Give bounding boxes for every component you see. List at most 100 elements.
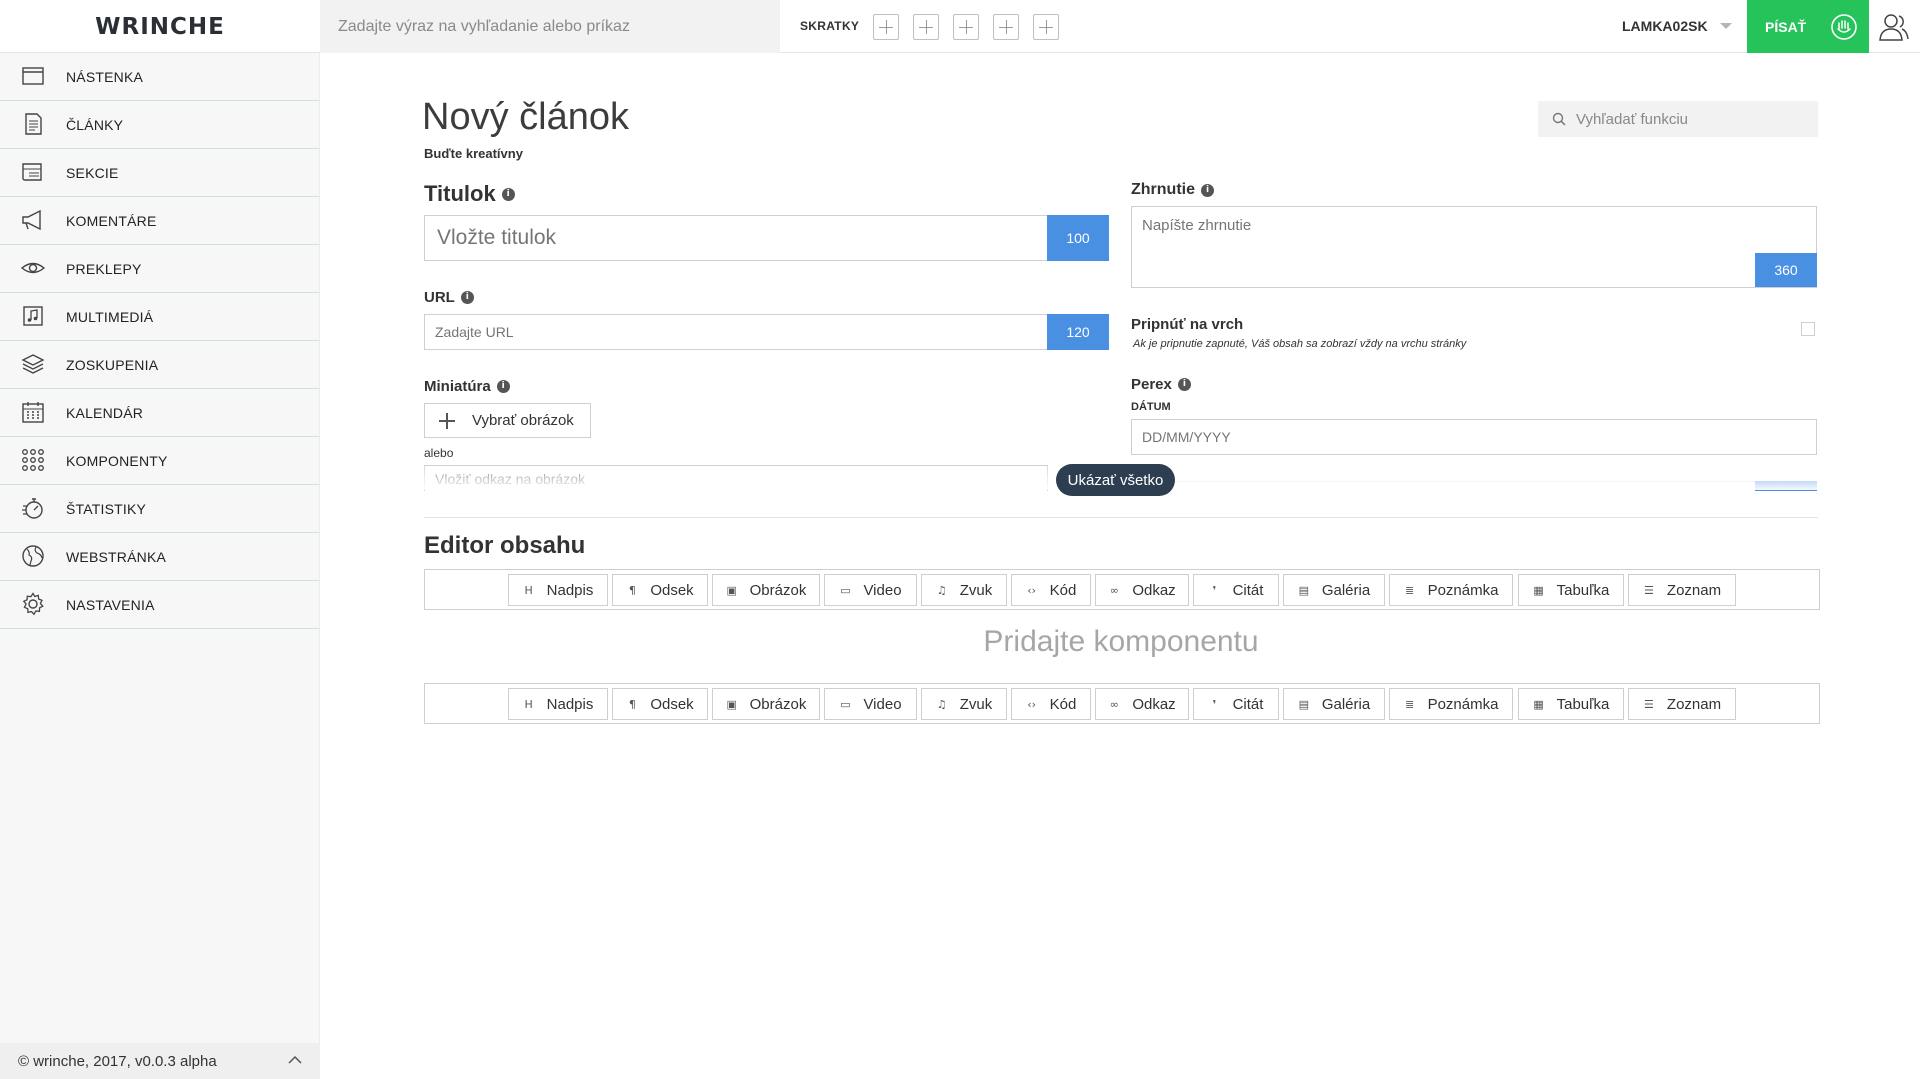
- sidebar: NÁSTENKA ČLÁNKY SEKCIE KOMENTÁRE PREKLEP…: [0, 53, 320, 1079]
- choose-image-label: Vybrať obrázok: [472, 412, 574, 429]
- list-icon: ☰: [1643, 583, 1654, 597]
- tool-label: Obrázok: [749, 695, 807, 713]
- gallery-icon: ▤: [1298, 583, 1310, 597]
- info-icon[interactable]: i: [501, 187, 515, 201]
- summary-input-box[interactable]: [1131, 206, 1817, 288]
- search-icon: [1552, 112, 1566, 126]
- function-search[interactable]: [1538, 101, 1818, 137]
- tool-label: Kód: [1049, 695, 1077, 713]
- tool-paragraph-button[interactable]: ¶ Odsek: [612, 574, 708, 606]
- tool-label: Tabuľka: [1556, 581, 1610, 599]
- tool-heading-button[interactable]: H Nadpis: [508, 574, 608, 606]
- shortcut-slot-4[interactable]: [993, 14, 1019, 40]
- command-search-input[interactable]: [320, 0, 780, 53]
- component-toolbar-top: H Nadpis ¶ Odsek ▣ Obrázok ▭ Video ♫ Zvuk ‹› K…: [424, 569, 1820, 610]
- show-all-button[interactable]: Ukázať všetko: [1056, 464, 1175, 496]
- tool-note-button[interactable]: ≣ Poznámka: [1389, 574, 1513, 606]
- page-subtitle: Buďte kreatívny: [424, 146, 523, 161]
- pin-label: Pripnúť na vrch: [1131, 316, 1244, 333]
- write-button[interactable]: PÍSAŤ: [1747, 0, 1869, 53]
- tool-code-button[interactable]: ‹› Kód: [1011, 688, 1091, 720]
- video-icon: ▭: [840, 583, 851, 597]
- sidebar-item-articles[interactable]: ČLÁNKY: [0, 101, 319, 149]
- tool-link-button[interactable]: ∞ Odkaz: [1095, 688, 1189, 720]
- tool-label: Odkaz: [1132, 581, 1176, 599]
- tool-label: Odsek: [650, 695, 694, 713]
- sidebar-item-dashboard[interactable]: NÁSTENKA: [0, 53, 319, 101]
- tool-label: Zoznam: [1666, 695, 1722, 713]
- choose-image-button[interactable]: Vybrať obrázok: [424, 403, 591, 438]
- username: LAMKA02SK: [1622, 18, 1708, 34]
- tool-table-button[interactable]: ▦ Tabuľka: [1518, 574, 1624, 606]
- tool-label: Poznámka: [1427, 695, 1499, 713]
- tool-quote-button[interactable]: ❜ Citát: [1193, 574, 1279, 606]
- summary-textarea[interactable]: [1132, 207, 1816, 287]
- info-icon[interactable]: i: [1177, 378, 1191, 391]
- sidebar-item-statistics[interactable]: ŠTATISTIKY: [0, 485, 319, 533]
- tool-link-button[interactable]: ∞ Odkaz: [1095, 574, 1189, 606]
- component-toolbar-bottom: H Nadpis ¶ Odsek ▣ Obrázok ▭ Video ♫ Zvuk ‹› K…: [424, 683, 1820, 724]
- sidebar-item-groups[interactable]: ZOSKUPENIA: [0, 341, 319, 389]
- sidebar-footer: © wrinche, 2017, v0.0.3 alpha: [0, 1043, 320, 1079]
- tool-list-button[interactable]: ☰ Zoznam: [1628, 688, 1736, 720]
- info-icon[interactable]: i: [460, 291, 474, 304]
- shortcut-slot-1[interactable]: [873, 14, 899, 40]
- users-icon[interactable]: [1876, 10, 1910, 44]
- tool-table-button[interactable]: ▦ Tabuľka: [1518, 688, 1624, 720]
- tool-quote-button[interactable]: ❜ Citát: [1193, 688, 1279, 720]
- calendar-icon: [22, 402, 44, 423]
- tool-code-button[interactable]: ‹› Kód: [1011, 574, 1091, 606]
- table-icon: ▦: [1533, 697, 1544, 711]
- tool-audio-button[interactable]: ♫ Zvuk: [921, 574, 1007, 606]
- info-icon[interactable]: i: [496, 380, 510, 393]
- pin-checkbox[interactable]: [1801, 322, 1815, 336]
- url-char-counter: 120: [1047, 314, 1109, 350]
- tool-label: Obrázok: [749, 581, 807, 599]
- tool-gallery-button[interactable]: ▤ Galéria: [1283, 688, 1385, 720]
- sidebar-item-sections[interactable]: SEKCIE: [0, 149, 319, 197]
- tool-audio-button[interactable]: ♫ Zvuk: [921, 688, 1007, 720]
- sidebar-item-components[interactable]: KOMPONENTY: [0, 437, 319, 485]
- tool-list-button[interactable]: ☰ Zoznam: [1628, 574, 1736, 606]
- title-input-box[interactable]: [424, 215, 1048, 261]
- sidebar-item-label: KOMENTÁRE: [66, 212, 157, 229]
- heading-icon: H: [524, 583, 533, 597]
- tool-note-button[interactable]: ≣ Poznámka: [1389, 688, 1513, 720]
- sidebar-item-typos[interactable]: PREKLEPY: [0, 245, 319, 293]
- tool-heading-button[interactable]: H Nadpis: [508, 688, 608, 720]
- chevron-up-icon[interactable]: [288, 1055, 302, 1065]
- tool-gallery-button[interactable]: ▤ Galéria: [1283, 574, 1385, 606]
- url-input[interactable]: [425, 315, 1047, 349]
- sidebar-item-settings[interactable]: NASTAVENIA: [0, 581, 319, 629]
- app-logo[interactable]: WRINCHE: [0, 0, 320, 53]
- url-input-box[interactable]: [424, 314, 1048, 350]
- sidebar-item-multimedia[interactable]: MULTIMEDIÁ: [0, 293, 319, 341]
- tool-image-button[interactable]: ▣ Obrázok: [712, 574, 820, 606]
- date-input[interactable]: [1132, 420, 1816, 454]
- sections-icon: [22, 163, 42, 181]
- eye-icon: [21, 262, 45, 274]
- tool-label: Citát: [1232, 695, 1264, 713]
- shortcut-slot-3[interactable]: [953, 14, 979, 40]
- date-input-box[interactable]: [1131, 419, 1817, 455]
- sidebar-item-comments[interactable]: KOMENTÁRE: [0, 197, 319, 245]
- sidebar-item-calendar[interactable]: KALENDÁR: [0, 389, 319, 437]
- articles-icon: [25, 113, 42, 135]
- sidebar-item-website[interactable]: WEBSTRÁNKA: [0, 533, 319, 581]
- tool-image-button[interactable]: ▣ Obrázok: [712, 688, 820, 720]
- shortcut-slot-5[interactable]: [1033, 14, 1059, 40]
- tool-label: Tabuľka: [1556, 695, 1610, 713]
- function-search-input[interactable]: [1576, 110, 1796, 128]
- gallery-icon: ▤: [1298, 697, 1310, 711]
- tool-video-button[interactable]: ▭ Video: [824, 574, 917, 606]
- shortcut-slot-2[interactable]: [913, 14, 939, 40]
- user-menu[interactable]: LAMKA02SK: [1622, 18, 1732, 34]
- title-input[interactable]: [425, 216, 1047, 260]
- audio-icon: ♫: [936, 697, 947, 711]
- info-icon[interactable]: i: [1201, 183, 1214, 197]
- sidebar-item-label: KOMPONENTY: [66, 452, 168, 469]
- table-icon: ▦: [1533, 583, 1544, 597]
- perex-field-label: Perex i: [1131, 376, 1191, 393]
- tool-paragraph-button[interactable]: ¶ Odsek: [612, 688, 708, 720]
- tool-video-button[interactable]: ▭ Video: [824, 688, 917, 720]
